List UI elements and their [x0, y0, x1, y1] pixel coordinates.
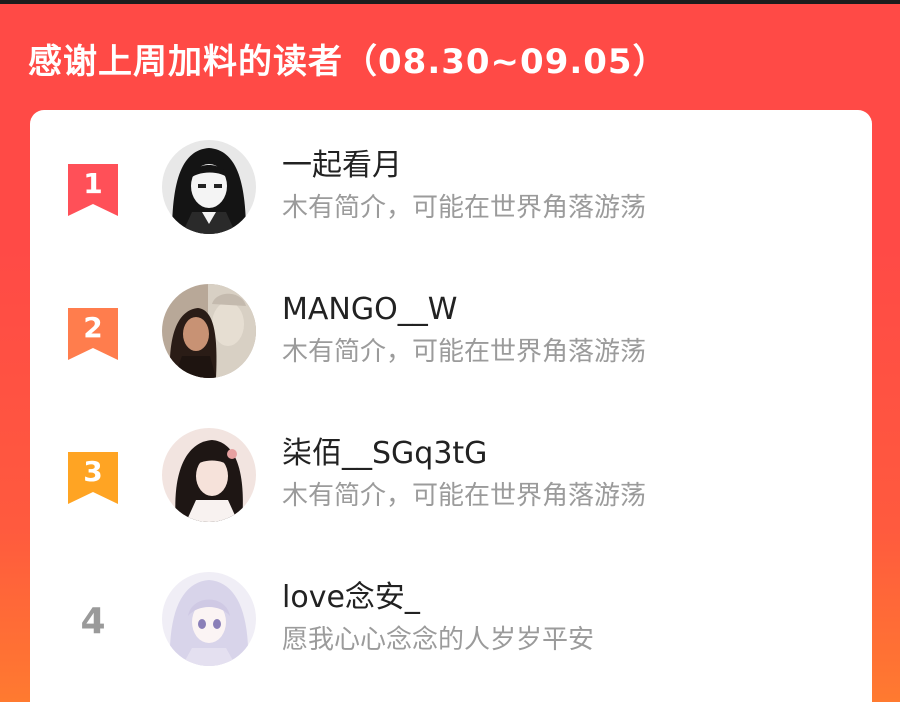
reader-row-2[interactable]: 2 MANGO__W 木有简介，可能在世界角落游荡 [30, 284, 872, 384]
page-title: 感谢上周加料的读者（08.30~09.05） [28, 42, 668, 82]
reader-name[interactable]: love念安_ [282, 578, 420, 618]
reader-name[interactable]: MANGO__W [282, 290, 457, 330]
avatar[interactable] [162, 284, 256, 378]
reader-bio: 木有简介，可能在世界角落游荡 [282, 481, 647, 511]
reader-row-1[interactable]: 1 一起看月 木有简介，可能在世界角落游荡 [30, 140, 872, 240]
reader-bio: 木有简介，可能在世界角落游荡 [282, 337, 647, 367]
rank-number: 1 [83, 167, 103, 200]
readers-card: 1 一起看月 木有简介，可能在世界角落游荡 2 MANGO__W 木有简介，可能… [30, 110, 872, 702]
rank-number: 4 [80, 601, 106, 642]
rank-badge-2: 2 [68, 308, 118, 360]
top-border [0, 0, 900, 4]
rank-number: 3 [83, 455, 103, 488]
avatar[interactable] [162, 428, 256, 522]
reader-name[interactable]: 柒佰__SGq3tG [282, 434, 487, 474]
reader-bio: 愿我心心念念的人岁岁平安 [282, 625, 595, 655]
reader-row-4[interactable]: 4 love念安_ 愿我心心念念的人岁岁平安 [30, 572, 872, 672]
reader-name[interactable]: 一起看月 [282, 146, 402, 186]
page: 感谢上周加料的读者（08.30~09.05） 1 一起看月 木有简介，可能在世界… [0, 0, 900, 702]
avatar[interactable] [162, 572, 256, 666]
rank-badge-3: 3 [68, 452, 118, 504]
avatar[interactable] [162, 140, 256, 234]
rank-badge-1: 1 [68, 164, 118, 216]
reader-bio: 木有简介，可能在世界角落游荡 [282, 193, 647, 223]
reader-row-3[interactable]: 3 柒佰__SGq3tG 木有简介，可能在世界角落游荡 [30, 428, 872, 528]
rank-number: 2 [83, 311, 103, 344]
